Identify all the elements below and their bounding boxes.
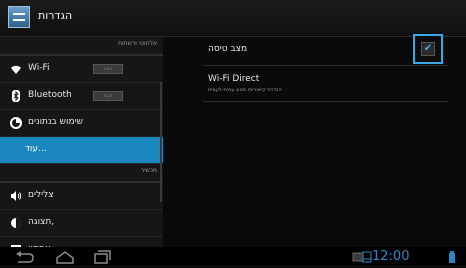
airplane-mode-row[interactable]: מצב טיסה ✔ bbox=[163, 34, 466, 64]
section-label: מכשיר bbox=[140, 167, 157, 174]
wifi-toggle[interactable]: כבוי bbox=[93, 64, 123, 74]
section-header-wireless: אלחוטי ורשתות bbox=[0, 37, 163, 56]
back-icon[interactable] bbox=[14, 249, 36, 263]
sidebar-item-label: תצוגה, bbox=[28, 217, 55, 227]
home-icon[interactable] bbox=[54, 249, 76, 264]
bluetooth-toggle[interactable]: כבוי bbox=[93, 91, 123, 101]
battery-icon bbox=[448, 249, 456, 263]
airplane-mode-checkbox[interactable]: ✔ bbox=[421, 42, 435, 56]
bluetooth-icon bbox=[10, 90, 22, 102]
wifi-direct-subtitle: הגדרת קישוריות מסוג עמית-לעמית bbox=[208, 87, 282, 93]
sidebar-item-label: Bluetooth bbox=[28, 90, 72, 100]
display-icon bbox=[10, 217, 22, 229]
settings-headers-pane: אלחוטי ורשתות Wi-Fi כבוי Bluetooth כבוי … bbox=[0, 37, 163, 264]
sound-icon bbox=[10, 190, 22, 202]
navigation-bar: 12:00 bbox=[0, 247, 466, 265]
sidebar-item-display[interactable]: תצוגה, bbox=[0, 210, 163, 237]
section-label: אלחוטי ורשתות bbox=[118, 40, 157, 47]
sidebar-item-label: עוד... bbox=[25, 144, 47, 154]
sidebar-item-sound[interactable]: צלילים bbox=[0, 183, 163, 210]
data-usage-icon bbox=[10, 117, 22, 129]
app-title: הגדרות bbox=[38, 9, 73, 22]
section-header-device: מכשיר bbox=[0, 164, 163, 183]
settings-app-icon[interactable] bbox=[8, 6, 30, 28]
wifi-direct-title: Wi-Fi Direct bbox=[208, 74, 260, 84]
title-bar: הגדרות bbox=[0, 0, 466, 37]
sidebar-scrollbar[interactable] bbox=[160, 82, 162, 202]
clock[interactable]: 12:00 bbox=[372, 249, 409, 264]
sidebar-item-label: Wi-Fi bbox=[28, 63, 50, 73]
wifi-direct-row[interactable]: Wi-Fi Direct הגדרת קישוריות מסוג עמית-לע… bbox=[163, 68, 466, 102]
sidebar-item-bluetooth[interactable]: Bluetooth כבוי bbox=[0, 83, 163, 110]
checkmark-icon: ✔ bbox=[423, 43, 433, 54]
airplane-mode-label: מצב טיסה bbox=[208, 44, 248, 54]
sidebar-item-more[interactable]: עוד... bbox=[0, 137, 163, 164]
sidebar-item-label: צלילים bbox=[28, 190, 54, 200]
airplane-mode-checkbox-focus[interactable]: ✔ bbox=[413, 34, 443, 64]
divider bbox=[203, 65, 448, 66]
recent-apps-icon[interactable] bbox=[92, 249, 114, 264]
sidebar-item-label: שימוש בנתונים bbox=[28, 117, 83, 127]
sidebar-item-data-usage[interactable]: שימוש בנתונים bbox=[0, 110, 163, 137]
settings-detail-pane: מצב טיסה ✔ Wi-Fi Direct הגדרת קישוריות מ… bbox=[163, 34, 466, 247]
divider bbox=[203, 101, 448, 102]
sidebar-item-wifi[interactable]: Wi-Fi כבוי bbox=[0, 56, 163, 83]
wifi-icon bbox=[10, 63, 22, 75]
